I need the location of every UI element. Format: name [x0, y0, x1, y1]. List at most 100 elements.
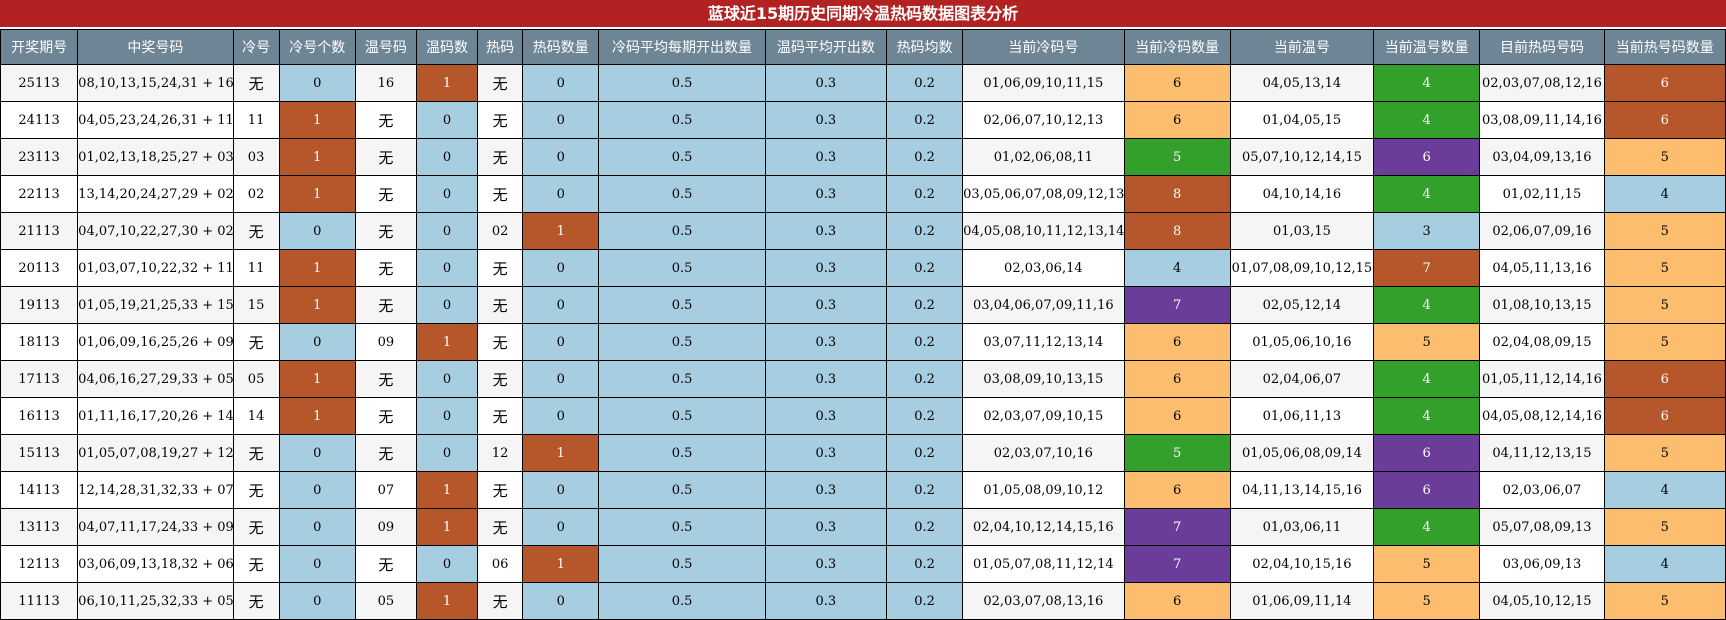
table-cell: 5 — [1603, 138, 1726, 176]
table-cell: 0.2 — [885, 545, 964, 583]
table-title: 蓝球近15期历史同期冷温热码数据图表分析 — [0, 0, 1726, 27]
table-cell: 5 — [1373, 323, 1481, 361]
table-cell: 4 — [1603, 175, 1726, 213]
table-cell: 无 — [477, 471, 524, 509]
table-cell: 03,06,09,13 — [1479, 545, 1605, 583]
table-cell: 04,06,16,27,29,33 + 05 — [77, 360, 234, 398]
table-cell: 0.5 — [598, 545, 766, 583]
table-row: 15113 01,05,07,08,19,27 + 12 无 0 无 0 12 1 0.5 0.3… — [0, 434, 1726, 472]
table-cell: 无 — [354, 360, 417, 398]
table-cell: 0 — [278, 582, 356, 620]
table-row: 20113 01,03,07,10,22,32 + 11 11 1 无 0 无 0 0.5 0.3… — [0, 249, 1726, 287]
table-cell: 7 — [1123, 545, 1231, 583]
table-cell: 04,05,08,10,11,12,13,14 — [962, 212, 1125, 250]
column-header: 热码数量 — [522, 29, 600, 65]
table-cell: 01,05,07,08,19,27 + 12 — [77, 434, 234, 472]
table-cell: 0 — [415, 138, 479, 176]
table-cell: 无 — [354, 138, 417, 176]
table-cell: 09 — [354, 323, 417, 361]
table-cell: 0 — [415, 175, 479, 213]
table-cell: 0.2 — [885, 397, 964, 435]
table-cell: 0.3 — [764, 138, 887, 176]
table-cell: 0 — [278, 545, 356, 583]
table-cell: 5 — [1603, 582, 1726, 620]
table-row: 16113 01,11,16,17,20,26 + 14 14 1 无 0 无 0 0.5 0.3… — [0, 397, 1726, 435]
table-cell: 无 — [232, 545, 280, 583]
table-cell: 02,06,07,10,12,13 — [962, 101, 1125, 139]
table-cell: 0.2 — [885, 212, 964, 250]
table-cell: 4 — [1373, 397, 1481, 435]
table-cell: 12,14,28,31,32,33 + 07 — [77, 471, 234, 509]
table-cell: 0.2 — [885, 582, 964, 620]
table-cell: 0.3 — [764, 323, 887, 361]
table-cell: 01,05,19,21,25,33 + 15 — [77, 286, 234, 324]
table-cell: 09 — [354, 508, 417, 546]
table-cell: 04,05,10,12,15 — [1479, 582, 1605, 620]
table-cell: 0.5 — [598, 508, 766, 546]
table-cell: 0 — [522, 286, 600, 324]
table-cell: 02,06,07,09,16 — [1479, 212, 1605, 250]
table-cell: 6 — [1123, 471, 1231, 509]
table-cell: 02,03,06,07 — [1479, 471, 1605, 509]
table-cell: 03,08,09,10,13,15 — [962, 360, 1125, 398]
table-cell: 5 — [1603, 212, 1726, 250]
table-cell: 4 — [1373, 286, 1481, 324]
table-cell: 0 — [522, 360, 600, 398]
table-cell: 0 — [522, 471, 600, 509]
table-cell: 01,02,11,15 — [1479, 175, 1605, 213]
table-cell: 21113 — [0, 212, 79, 250]
column-header: 冷号个数 — [278, 29, 356, 65]
table-cell: 3 — [1373, 212, 1481, 250]
table-cell: 02,04,08,09,15 — [1479, 323, 1605, 361]
table-cell: 04,07,10,22,27,30 + 02 — [77, 212, 234, 250]
table-cell: 0.2 — [885, 434, 964, 472]
table-cell: 6 — [1123, 397, 1231, 435]
table-cell: 5 — [1123, 138, 1231, 176]
table-cell: 1 — [415, 471, 479, 509]
table-cell: 无 — [354, 212, 417, 250]
table-cell: 0 — [522, 508, 600, 546]
table-cell: 1 — [278, 397, 356, 435]
table-cell: 08,10,13,15,24,31 + 16 — [77, 64, 234, 102]
column-header: 冷号 — [232, 29, 280, 65]
table-cell: 6 — [1373, 471, 1481, 509]
table-cell: 1 — [278, 175, 356, 213]
table-cell: 6 — [1603, 64, 1726, 102]
column-header: 当前冷码数量 — [1123, 29, 1231, 65]
table-cell: 1 — [278, 101, 356, 139]
table-cell: 无 — [232, 212, 280, 250]
table-cell: 无 — [477, 286, 524, 324]
table-cell: 13113 — [0, 508, 79, 546]
table-cell: 5 — [1603, 249, 1726, 287]
table-cell: 04,11,12,13,15 — [1479, 434, 1605, 472]
table-cell: 无 — [477, 249, 524, 287]
table-cell: 0.3 — [764, 545, 887, 583]
table-cell: 无 — [232, 323, 280, 361]
table-cell: 7 — [1123, 286, 1231, 324]
table-cell: 01,06,09,10,11,15 — [962, 64, 1125, 102]
table-cell: 0 — [522, 397, 600, 435]
table-cell: 03,04,09,13,16 — [1479, 138, 1605, 176]
table-cell: 1 — [278, 360, 356, 398]
table-cell: 无 — [354, 545, 417, 583]
table-cell: 0 — [278, 508, 356, 546]
table-cell: 06,10,11,25,32,33 + 05 — [77, 582, 234, 620]
table-cell: 无 — [477, 175, 524, 213]
table-cell: 1 — [278, 138, 356, 176]
table-cell: 4 — [1373, 101, 1481, 139]
table-cell: 4 — [1123, 249, 1231, 287]
table-cell: 0 — [522, 138, 600, 176]
table-cell: 07 — [354, 471, 417, 509]
column-header: 当前温号数量 — [1373, 29, 1481, 65]
table-cell: 0 — [522, 175, 600, 213]
table-cell: 0.5 — [598, 582, 766, 620]
table-cell: 0 — [522, 101, 600, 139]
table-row: 23113 01,02,13,18,25,27 + 03 03 1 无 0 无 0 0.5 0.3… — [0, 138, 1726, 176]
column-header: 中奖号码 — [77, 29, 234, 65]
table-cell: 无 — [354, 101, 417, 139]
table-cell: 02,05,12,14 — [1229, 286, 1375, 324]
cold-warm-hot-table: 开奖期号 中奖号码 冷号 冷号个数 温号码 温码数 热码 热码数量 冷码平均每期开出数量 温码平均… — [0, 29, 1726, 620]
table-cell: 0 — [415, 101, 479, 139]
table-cell: 6 — [1123, 360, 1231, 398]
table-cell: 无 — [232, 582, 280, 620]
